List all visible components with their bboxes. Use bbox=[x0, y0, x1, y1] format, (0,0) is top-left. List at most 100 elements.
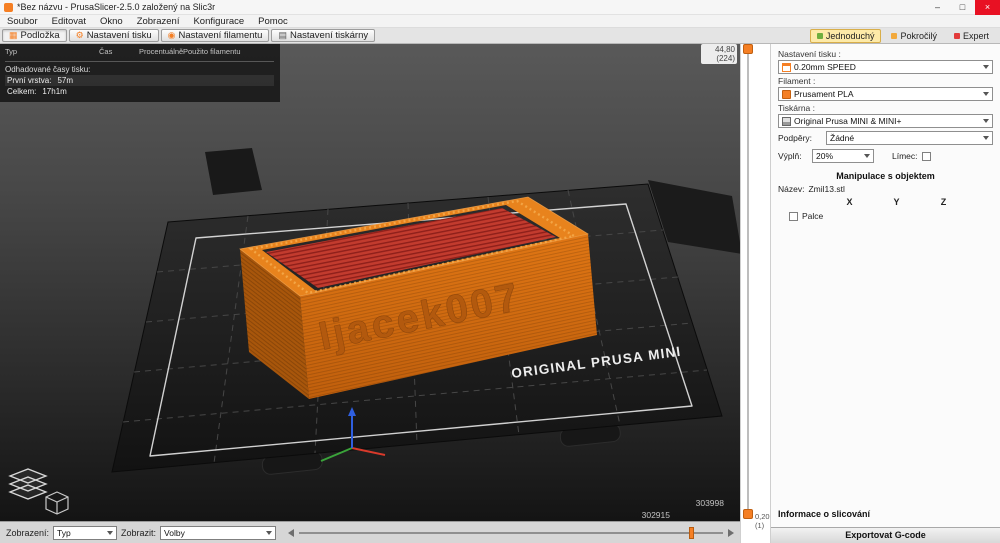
legend-header-pct: Procentuálně bbox=[139, 47, 184, 56]
tab-podlozka[interactable]: ▦ Podložka bbox=[2, 29, 67, 42]
axis-z-label: Z bbox=[940, 197, 947, 207]
mode-jednoduchy[interactable]: Jednoduchý bbox=[809, 28, 882, 43]
supports-select[interactable]: Žádné bbox=[826, 131, 993, 145]
supports-row: Podpěry: Žádné bbox=[778, 131, 993, 145]
chevron-down-icon bbox=[983, 136, 989, 140]
menu-item-konfigurace[interactable]: Konfigurace bbox=[186, 15, 251, 28]
inches-row: Palce bbox=[789, 211, 993, 221]
view-type-value: Typ bbox=[57, 527, 71, 538]
view-mode-label: Zobrazení: bbox=[6, 527, 50, 538]
gcode-move-value-label: 302915 bbox=[642, 510, 671, 520]
supports-value: Žádné bbox=[830, 133, 855, 143]
inches-label: Palce bbox=[802, 211, 824, 221]
layer-slider[interactable]: 44,80 (224) 0,20 (1) bbox=[701, 44, 770, 543]
panel-spacer bbox=[778, 221, 993, 509]
menu-item-zobrazeni[interactable]: Zobrazení bbox=[130, 15, 187, 28]
mode-label: Expert bbox=[962, 30, 989, 41]
show-options-select[interactable]: Volby bbox=[160, 525, 277, 540]
3d-viewport-scene[interactable]: ORIGINAL PRUSA MINI Ijacek007 303998 302… bbox=[0, 44, 740, 521]
total-time-value: 17h1m bbox=[42, 87, 67, 96]
menu-item-editovat[interactable]: Editovat bbox=[45, 15, 93, 28]
legend-panel: Typ Čas Procentuálně Použito filamentu O… bbox=[0, 44, 280, 102]
slicing-info-title: Informace o slicování bbox=[778, 509, 871, 519]
mode-dot-icon bbox=[953, 32, 960, 39]
printer-label: Tiskárna : bbox=[778, 103, 816, 113]
tab-nastaveni-tisku[interactable]: ⚙ Nastavení tisku bbox=[68, 29, 159, 42]
cube-view-icon[interactable] bbox=[45, 491, 69, 515]
filament-label: Filament : bbox=[778, 76, 816, 86]
brim-checkbox[interactable] bbox=[921, 151, 931, 161]
printer-icon: ▤ bbox=[278, 30, 287, 40]
view-type-select[interactable]: Typ bbox=[53, 525, 118, 540]
tab-label: Nastavení filamentu bbox=[178, 29, 263, 41]
layer-slider-top-handle[interactable] bbox=[743, 44, 753, 54]
tab-label: Podložka bbox=[20, 29, 60, 41]
layer-value-label: 44,80 (224) bbox=[701, 44, 737, 65]
mode-label: Jednoduchý bbox=[825, 30, 875, 41]
close-button[interactable]: × bbox=[975, 0, 1000, 15]
mode-pokrocily[interactable]: Pokročilý bbox=[884, 29, 944, 43]
layer-height-value: 44,80 bbox=[714, 45, 735, 54]
title-bar: *Bez názvu - PrusaSlicer-2.5.0 založený … bbox=[0, 0, 1000, 15]
total-time-row: Celkem: 17h1m bbox=[5, 86, 274, 97]
tab-bar: ▦ Podložka ⚙ Nastavení tisku ◉ Nastavení fila… bbox=[0, 28, 1000, 44]
maximize-button[interactable]: □ bbox=[950, 0, 975, 15]
printer-select[interactable]: Original Prusa MINI & MINI+ bbox=[778, 114, 993, 128]
first-layer-value: 57m bbox=[57, 76, 74, 85]
settings-panel: Nastavení tisku : 0.20mm SPEED Filament … bbox=[770, 44, 1000, 543]
chevron-down-icon bbox=[983, 65, 989, 69]
bottom-layer-label: 0,20 (1) bbox=[755, 512, 770, 530]
horizontal-slider-handle[interactable] bbox=[689, 526, 695, 539]
window-title: *Bez názvu - PrusaSlicer-2.5.0 založený … bbox=[17, 2, 216, 12]
spool-icon: ◉ bbox=[167, 30, 176, 40]
mode-expert[interactable]: Expert bbox=[947, 29, 996, 43]
filament-spool-icon bbox=[782, 89, 791, 99]
minimize-button[interactable]: – bbox=[925, 0, 950, 15]
object-name-label: Název: bbox=[778, 184, 805, 194]
layer-slider-bottom-handle[interactable] bbox=[743, 509, 753, 519]
tab-nastaveni-tiskarny[interactable]: ▤ Nastavení tiskárny bbox=[271, 29, 376, 42]
infill-brim-row: Výplň: 20% Límec: bbox=[778, 149, 993, 163]
slider-right-arrow-icon[interactable] bbox=[728, 528, 734, 537]
mode-label: Pokročilý bbox=[900, 30, 937, 41]
layer-slider-track[interactable] bbox=[747, 50, 749, 518]
bottom-bar: Zobrazení: Typ Zobrazit: Volby bbox=[0, 521, 740, 543]
slider-left-arrow-icon[interactable] bbox=[288, 528, 295, 537]
filament-select[interactable]: Prusament PLA bbox=[778, 87, 993, 101]
object-name-value: Zmil13.stl bbox=[808, 184, 845, 194]
menu-item-pomoc[interactable]: Pomoc bbox=[251, 15, 295, 28]
tab-label: Nastavení tiskárny bbox=[289, 29, 369, 41]
layers-view-icon[interactable] bbox=[8, 468, 48, 500]
first-layer-label: První vrstva: bbox=[7, 76, 52, 85]
menu-item-soubor[interactable]: Soubor bbox=[0, 15, 45, 28]
legend-header-cas: Čas bbox=[99, 47, 113, 56]
print-settings-icon bbox=[782, 62, 791, 72]
estimates-title: Odhadované časy tisku: bbox=[5, 65, 91, 74]
axis-x-label: X bbox=[846, 197, 853, 207]
print-settings-label: Nastavení tisku : bbox=[778, 49, 841, 59]
bottom-layer-height: 0,20 bbox=[755, 512, 770, 521]
first-layer-row: První vrstva: 57m bbox=[5, 75, 274, 86]
horizontal-move-slider[interactable] bbox=[288, 526, 734, 539]
mode-dot-icon bbox=[816, 32, 823, 39]
export-gcode-button[interactable]: Exportovat G-code bbox=[771, 527, 1000, 543]
3d-viewport[interactable]: ORIGINAL PRUSA MINI Ijacek007 303998 302… bbox=[0, 44, 740, 521]
mode-switcher: Jednoduchý Pokročilý Expert bbox=[807, 28, 996, 43]
total-time-label: Celkem: bbox=[7, 87, 37, 96]
object-name-row: Název: Zmil13.stl bbox=[778, 184, 993, 194]
show-options-value: Volby bbox=[164, 527, 185, 538]
infill-select[interactable]: 20% bbox=[812, 149, 874, 163]
print-settings-select[interactable]: 0.20mm SPEED bbox=[778, 60, 993, 74]
axis-y-label: Y bbox=[893, 197, 900, 207]
print-settings-value: 0.20mm SPEED bbox=[794, 62, 856, 72]
tab-nastaveni-filamentu[interactable]: ◉ Nastavení filamentu bbox=[160, 29, 270, 42]
menu-item-okno[interactable]: Okno bbox=[93, 15, 130, 28]
chevron-down-icon bbox=[983, 119, 989, 123]
bottom-layer-index: (1) bbox=[755, 521, 765, 530]
filament-value: Prusament PLA bbox=[794, 89, 854, 99]
printer-icon bbox=[782, 116, 791, 126]
inches-checkbox[interactable] bbox=[789, 211, 798, 221]
horizontal-slider-track[interactable] bbox=[299, 526, 723, 539]
supports-label: Podpěry: bbox=[778, 133, 813, 143]
infill-label: Výplň: bbox=[778, 151, 802, 161]
